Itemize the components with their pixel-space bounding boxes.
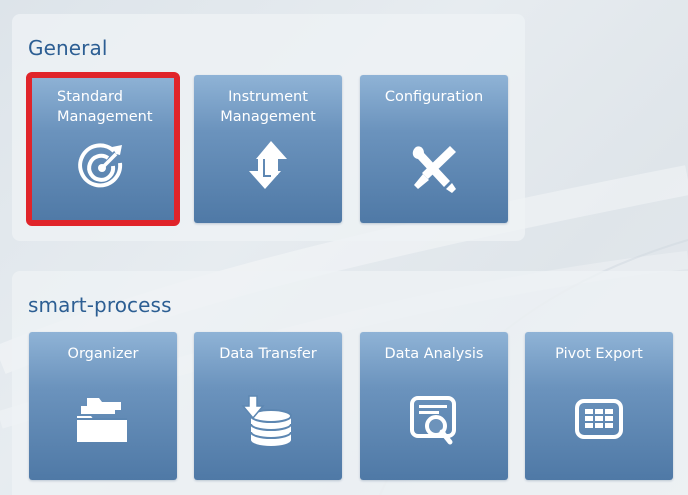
tile-label: Organizer (67, 346, 139, 362)
tile-pivot-export[interactable]: Pivot Export (525, 332, 673, 480)
tile-standard-management[interactable]: Standard Management (26, 72, 180, 226)
tile-instrument-management[interactable]: Instrument Management (194, 75, 342, 223)
tile-data-transfer[interactable]: Data Transfer (194, 332, 342, 480)
tile-configuration[interactable]: Configuration (360, 75, 508, 223)
table-icon (575, 399, 623, 439)
target-icon (78, 143, 123, 188)
section-title-general: General (28, 36, 108, 60)
tile-label: Configuration (384, 89, 484, 105)
section-title-smart-process: smart-process (28, 293, 172, 317)
tile-label: Data Analysis (384, 346, 484, 362)
tile-label: Standard Management (57, 89, 153, 125)
tile-label: Instrument Management (220, 89, 316, 125)
tools-icon (412, 146, 456, 193)
tile-organizer[interactable]: Organizer (29, 332, 177, 480)
report-search-icon (410, 396, 456, 445)
folders-icon (77, 398, 127, 442)
database-download-icon (241, 395, 292, 446)
up-down-arrows-icon (249, 141, 287, 189)
tile-label: Data Transfer (219, 346, 317, 362)
tile-data-analysis[interactable]: Data Analysis (360, 332, 508, 480)
tile-label: Pivot Export (555, 346, 643, 362)
